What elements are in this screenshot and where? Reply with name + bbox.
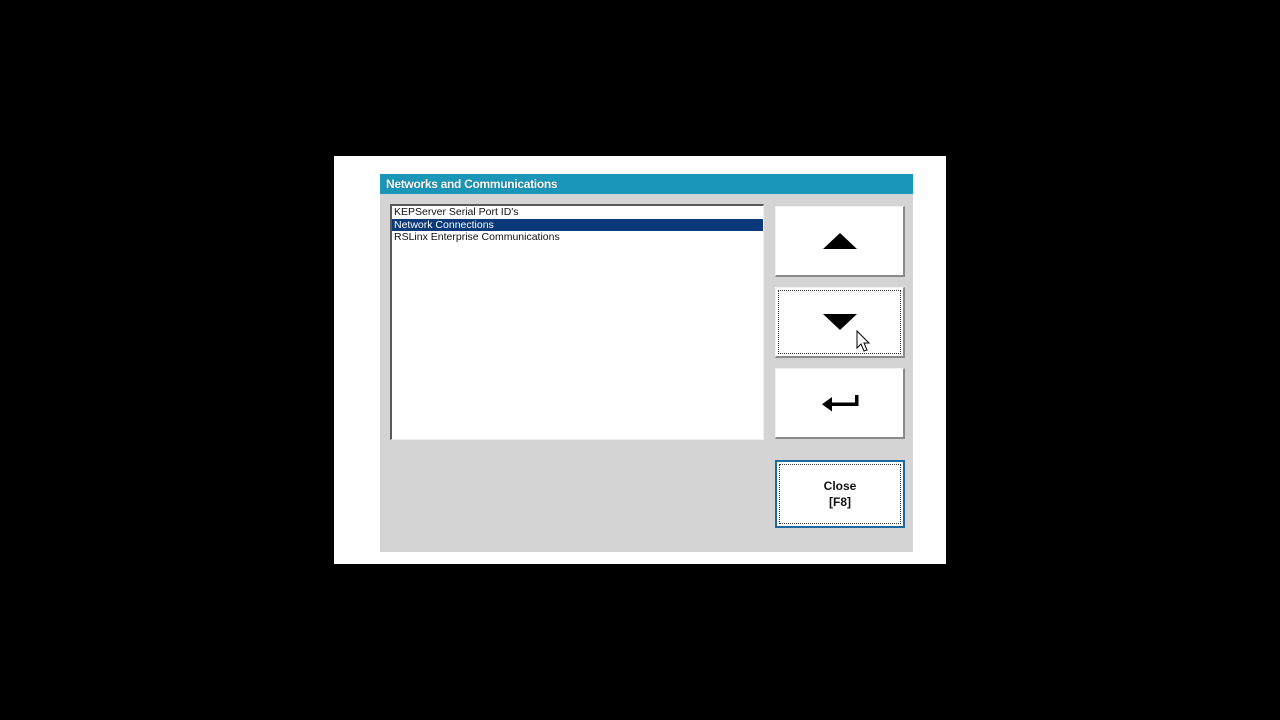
move-down-button[interactable] (775, 287, 905, 358)
enter-button[interactable] (775, 368, 905, 439)
close-button[interactable]: Close [F8] (775, 460, 905, 528)
triangle-down-icon (822, 314, 857, 330)
dialog-title: Networks and Communications (380, 174, 913, 194)
list-item-selected[interactable]: Network Connections (392, 218, 763, 231)
network-list[interactable]: KEPServer Serial Port ID's Network Conne… (390, 204, 764, 440)
move-up-button[interactable] (775, 206, 905, 277)
networks-dialog: Networks and Communications KEPServer Se… (380, 174, 913, 552)
enter-return-icon (821, 395, 858, 412)
close-shortcut-label: [F8] (829, 495, 851, 509)
list-item[interactable]: RSLinx Enterprise Communications (392, 231, 763, 244)
close-label: Close (823, 479, 857, 493)
hmi-screen: Networks and Communications KEPServer Se… (334, 156, 946, 564)
mouse-cursor-icon (856, 330, 871, 352)
triangle-up-icon (822, 233, 857, 249)
list-item[interactable]: KEPServer Serial Port ID's (392, 206, 763, 219)
